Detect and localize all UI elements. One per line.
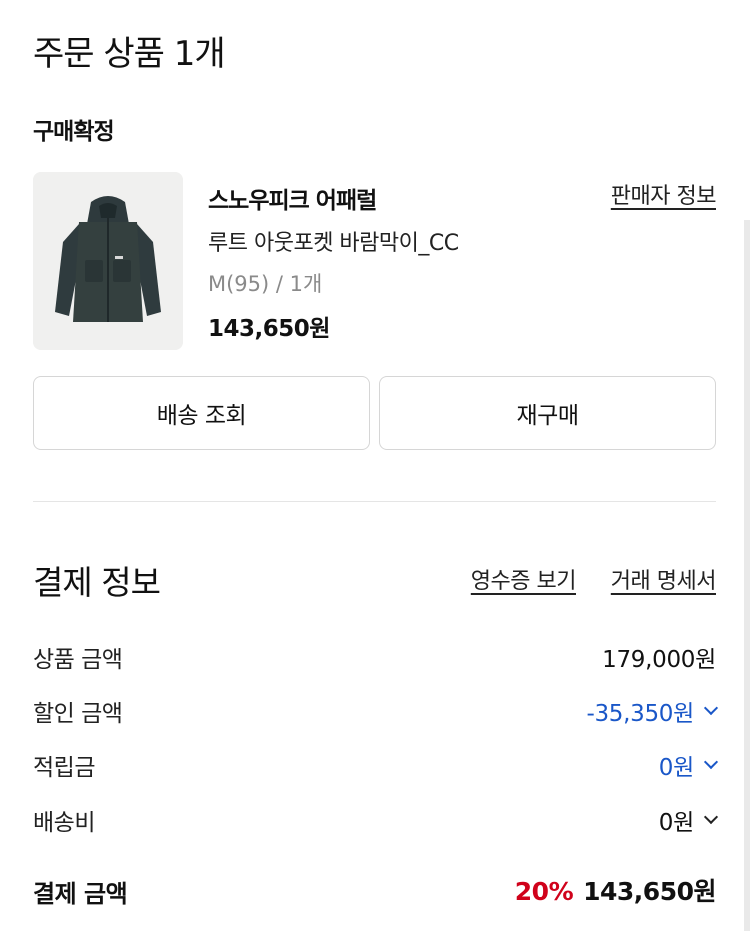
product-amount-label: 상품 금액 — [33, 647, 123, 673]
points-text: 0원 — [658, 755, 695, 781]
product-price: 143,650원 — [208, 316, 330, 342]
scrollbar[interactable] — [744, 220, 750, 931]
order-title: 주문 상품 1개 — [33, 34, 226, 74]
receipt-link[interactable]: 영수증 보기 — [471, 563, 577, 595]
product-option: M(95) / 1개 — [208, 272, 323, 296]
chevron-down-icon — [703, 700, 719, 716]
payment-title: 결제 정보 — [33, 563, 161, 602]
discount-amount-text: -35,350원 — [586, 701, 694, 727]
shipping-fee-label: 배송비 — [33, 810, 95, 836]
product-amount-value: 179,000원 — [602, 640, 716, 674]
jacket-image — [33, 172, 183, 350]
product-amount-text: 179,000원 — [602, 647, 716, 673]
product-brand[interactable]: 스노우피크 어패럴 — [208, 181, 377, 215]
shipping-tracking-label: 배송 조회 — [156, 403, 247, 429]
shipping-tracking-button[interactable]: 배송 조회 — [33, 376, 370, 450]
discount-rate: 20% — [514, 877, 574, 906]
order-status: 구매확정 — [33, 119, 115, 145]
chevron-down-icon — [703, 809, 719, 825]
section-divider — [33, 501, 716, 502]
discount-amount-toggle[interactable]: -35,350원 — [586, 694, 719, 728]
statement-link[interactable]: 거래 명세서 — [611, 563, 717, 595]
discount-amount-label: 할인 금액 — [33, 701, 123, 727]
rebuy-button[interactable]: 재구매 — [379, 376, 716, 450]
points-label: 적립금 — [33, 755, 95, 781]
rebuy-label: 재구매 — [516, 403, 579, 429]
total-amount: 20% 143,650원 — [514, 872, 717, 908]
points-toggle[interactable]: 0원 — [658, 748, 719, 782]
total-amount-value: 143,650원 — [583, 877, 716, 906]
total-amount-label: 결제 금액 — [33, 880, 128, 908]
seller-info-link[interactable]: 판매자 정보 — [611, 178, 717, 210]
shipping-fee-text: 0원 — [658, 810, 695, 836]
product-image[interactable] — [33, 172, 183, 350]
chevron-down-icon — [703, 754, 719, 770]
product-name[interactable]: 루트 아웃포켓 바람막이_CC — [208, 225, 459, 257]
shipping-fee-toggle[interactable]: 0원 — [658, 803, 719, 837]
